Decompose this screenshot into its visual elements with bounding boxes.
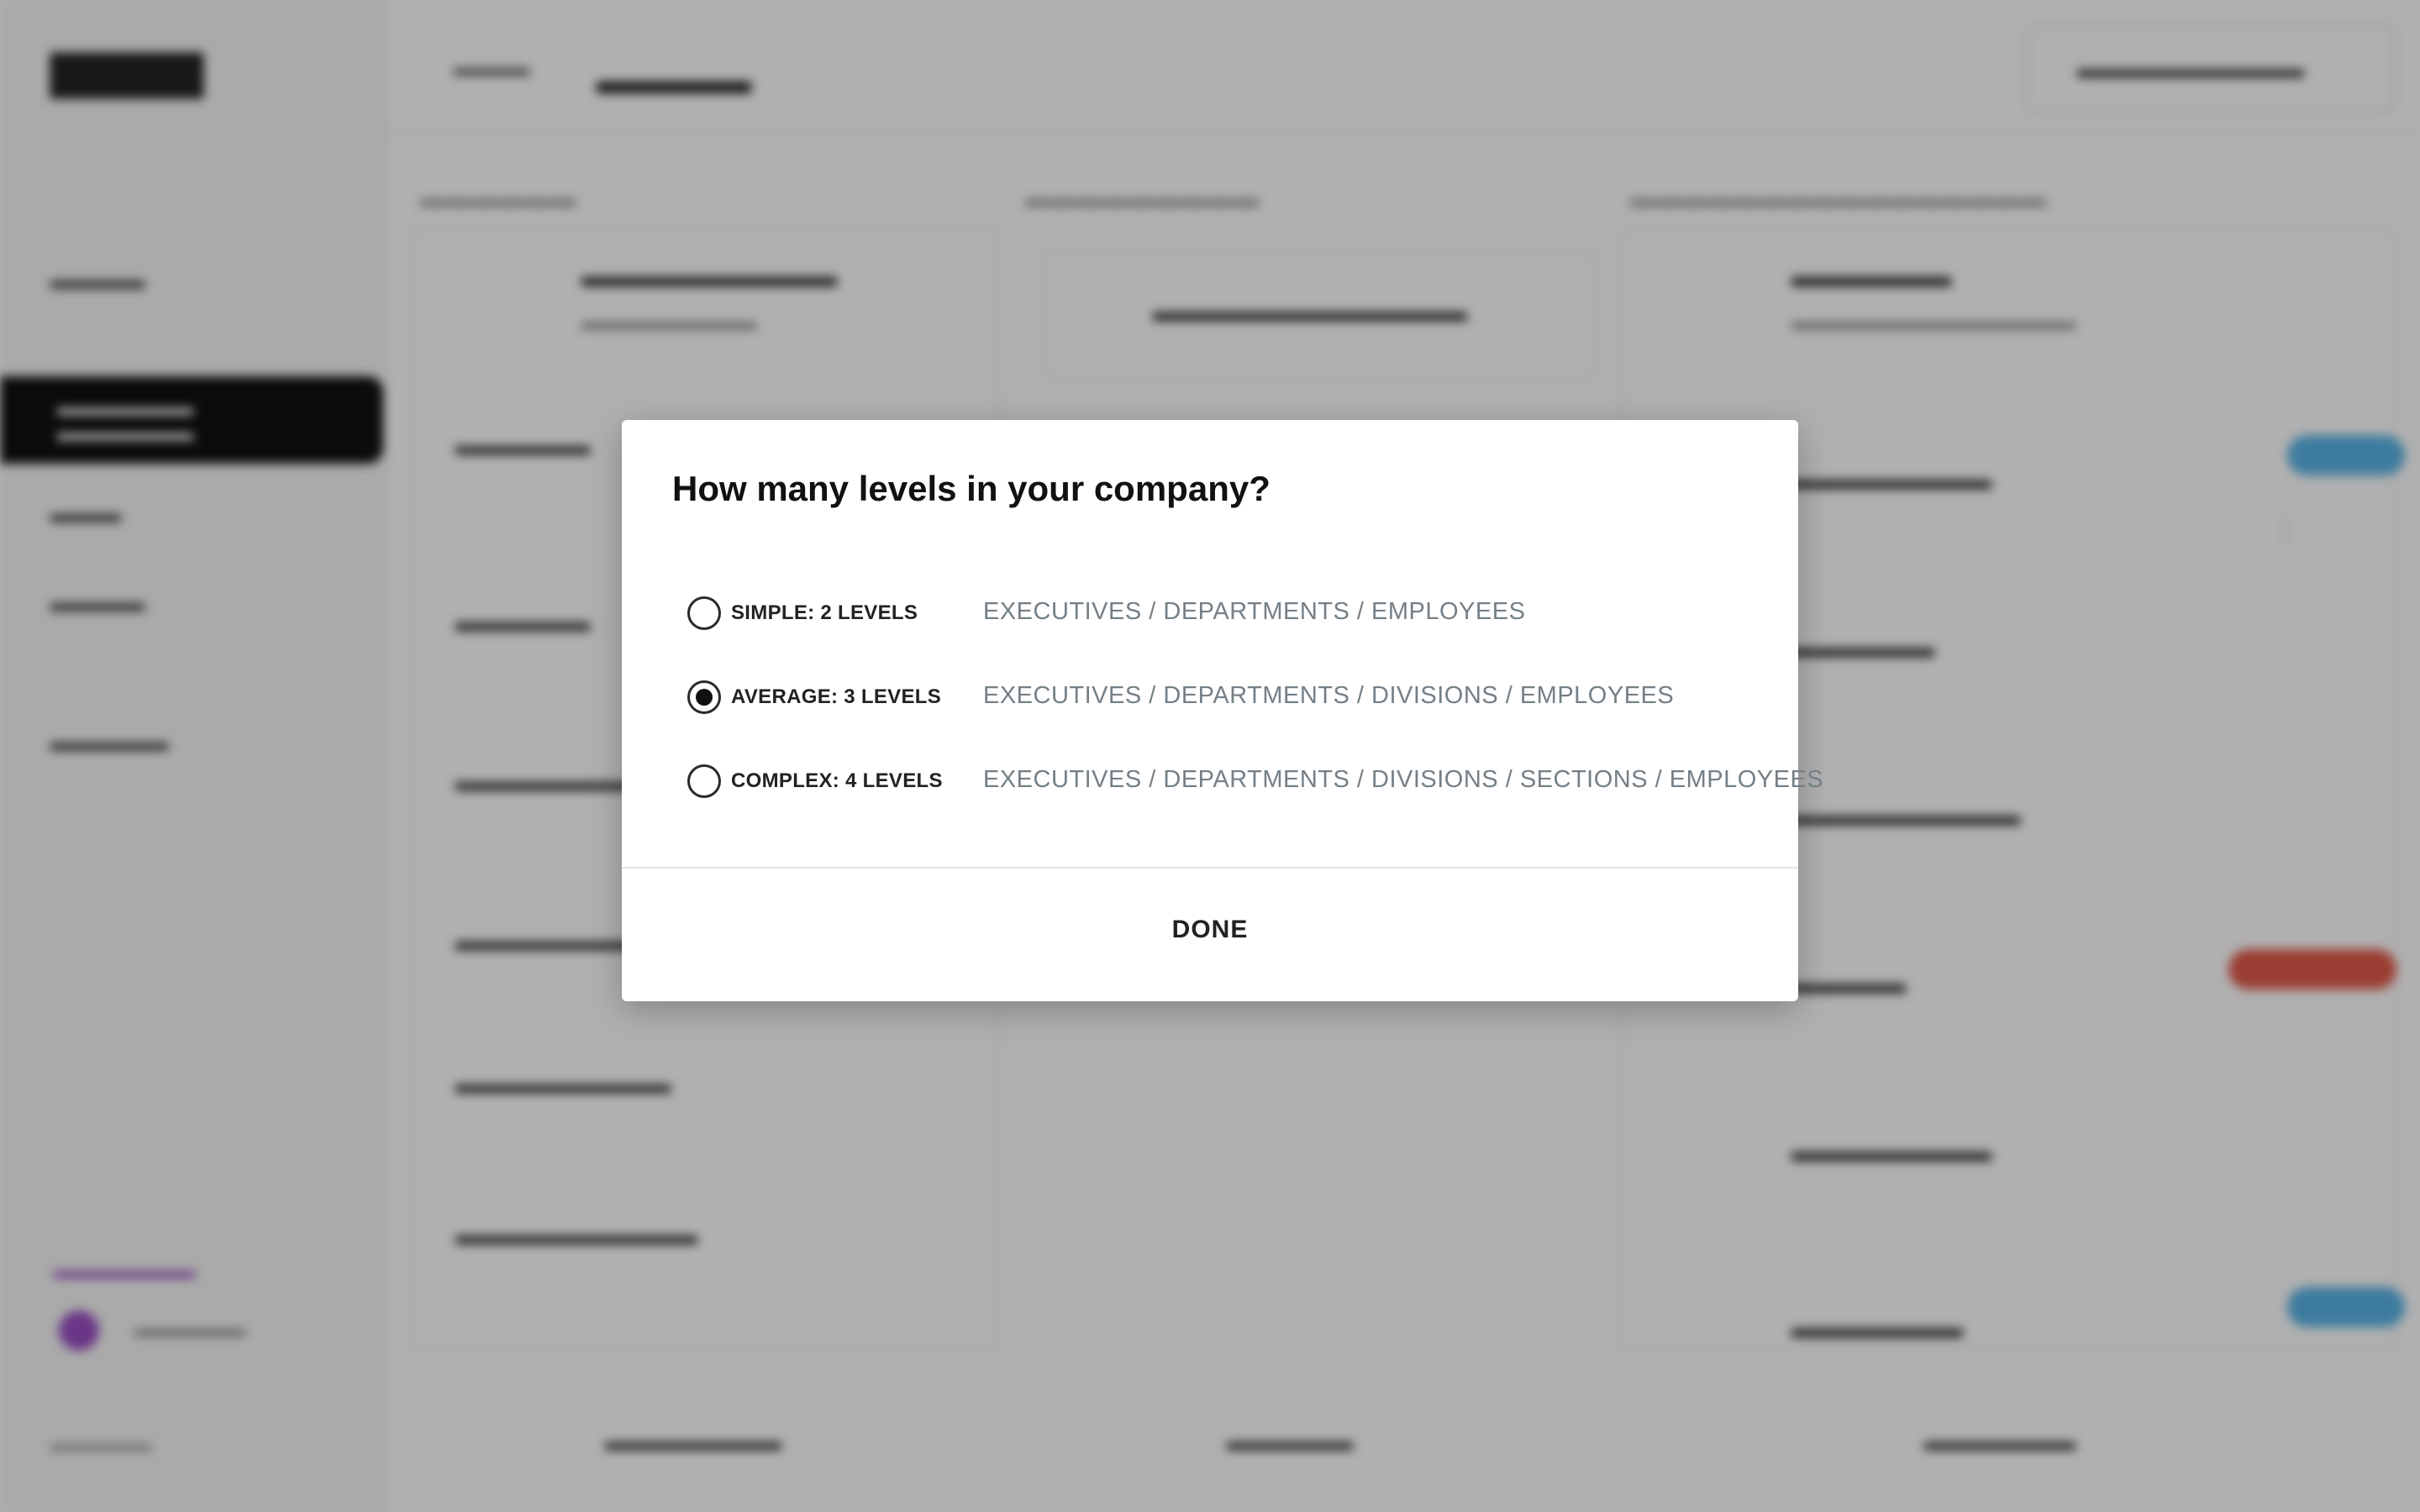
option-simple[interactable]: SIMPLE: 2 LEVELS EXECUTIVES / DEPARTMENT… [686,588,1736,638]
radio-complex[interactable] [687,764,721,798]
radio-simple[interactable] [687,596,721,630]
option-description: EXECUTIVES / DEPARTMENTS / DIVISIONS / E… [983,682,1675,709]
option-label: COMPLEX: 4 LEVELS [731,769,943,792]
done-button[interactable]: DONE [622,869,1798,1001]
option-label: AVERAGE: 3 LEVELS [731,685,942,708]
levels-dialog: How many levels in your company? SIMPLE:… [622,420,1823,1001]
option-description: EXECUTIVES / DEPARTMENTS / EMPLOYEES [983,598,1526,625]
option-average[interactable]: AVERAGE: 3 LEVELS EXECUTIVES / DEPARTMEN… [686,672,1736,722]
option-label: SIMPLE: 2 LEVELS [731,601,918,624]
option-description: EXECUTIVES / DEPARTMENTS / DIVISIONS / S… [983,766,1824,793]
dialog-title: How many levels in your company? [672,469,1270,508]
option-complex[interactable]: COMPLEX: 4 LEVELS EXECUTIVES / DEPARTMEN… [686,756,1823,806]
done-label: DONE [1171,916,1249,943]
radio-average[interactable] [687,680,721,714]
